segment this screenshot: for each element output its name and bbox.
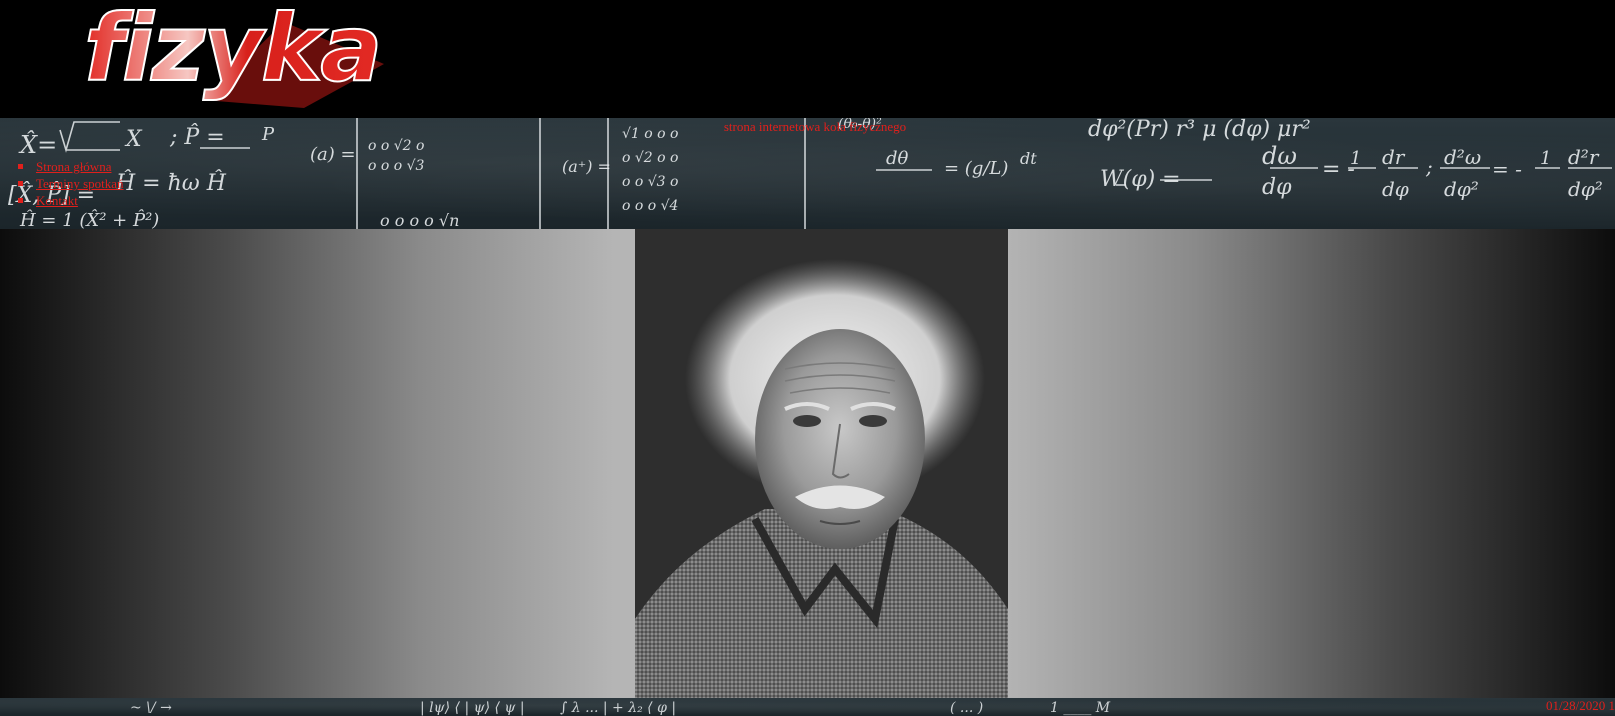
svg-text:(a⁺) =: (a⁺) = — [562, 157, 611, 176]
svg-text:d²ω: d²ω — [1444, 145, 1481, 169]
svg-text:W(φ) =: W(φ) = — [1100, 167, 1181, 192]
svg-text:o o o √4: o o o √4 — [622, 198, 678, 214]
nav-link-contact[interactable]: Kontakt — [36, 193, 78, 208]
bullet-icon — [18, 181, 23, 186]
svg-text:o o √3 o: o o √3 o — [622, 174, 678, 190]
chalkboard-footer: ~ \/ → | lψ⟩ ⟨ | ψ⟩ ⟨ ψ | ∫ λ ... | + λ₂… — [0, 698, 1615, 716]
bullet-icon — [18, 198, 23, 203]
svg-text:( ... ): ( ... ) — [950, 700, 983, 716]
svg-text:o o √2 o: o o √2 o — [368, 138, 424, 154]
site-subtitle: strona internetowa koła fizycznego — [723, 119, 907, 134]
svg-text:1: 1 — [1540, 148, 1551, 169]
svg-text:d²r: d²r — [1568, 145, 1600, 169]
svg-text:o o o o √n: o o o o √n — [380, 211, 459, 229]
svg-text:dr: dr — [1382, 145, 1406, 169]
svg-text:= -: = - — [1492, 157, 1522, 181]
svg-text:dφ²: dφ² — [1444, 177, 1479, 201]
svg-text:o o o √3: o o o √3 — [368, 158, 425, 174]
svg-text:1 ____ M: 1 ____ M — [1050, 700, 1111, 716]
svg-text:~ \/ →: ~ \/ → — [130, 700, 172, 716]
header: fizyka — [0, 0, 1615, 118]
nav-item-contact: Kontakt — [14, 192, 124, 209]
svg-text:Ĥ = 1 (X̂² + P̂²): Ĥ = 1 (X̂² + P̂²) — [19, 208, 159, 229]
nav-item-meetings: Terminy spotkań — [14, 175, 124, 192]
svg-text:Ĥ = ħω Ĥ: Ĥ = ħω Ĥ — [115, 169, 227, 196]
svg-text:o √2 o o: o √2 o o — [622, 150, 678, 166]
nav-link-home[interactable]: Strona główna — [36, 159, 111, 174]
nav-link-meetings[interactable]: Terminy spotkań — [36, 176, 124, 191]
logo-text: fizyka — [84, 4, 380, 102]
einstein-portrait — [635, 229, 1008, 698]
svg-text:dφ: dφ — [1382, 177, 1409, 201]
timestamp: 01/28/2020 11 — [1546, 698, 1615, 713]
svg-text:dφ: dφ — [1262, 175, 1292, 200]
bullet-icon — [18, 164, 23, 169]
svg-text:1: 1 — [1350, 148, 1361, 169]
main-nav: Strona główna Terminy spotkań Kontakt — [14, 158, 124, 209]
site-logo[interactable]: fizyka — [83, 0, 474, 110]
svg-text:= (g/L): = (g/L) — [944, 158, 1008, 179]
svg-text:(a) =: (a) = — [310, 144, 356, 165]
nav-item-home: Strona główna — [14, 158, 124, 175]
svg-text:dθ: dθ — [886, 148, 909, 169]
page: fizyka X̂= X ; P̂ = P (a) = o o √2 o o o… — [0, 0, 1615, 716]
svg-text:dt: dt — [1020, 149, 1037, 168]
svg-text:∫ λ ... | + λ₂ ⟨ φ |: ∫ λ ... | + λ₂ ⟨ φ | — [560, 700, 676, 716]
svg-text:dφ²: dφ² — [1568, 177, 1603, 201]
svg-text:| lψ⟩ ⟨ | ψ⟩ ⟨ ψ |: | lψ⟩ ⟨ | ψ⟩ ⟨ ψ | — [420, 700, 525, 716]
svg-text:dω: dω — [1262, 142, 1297, 170]
svg-text:;: ; — [1425, 155, 1433, 179]
